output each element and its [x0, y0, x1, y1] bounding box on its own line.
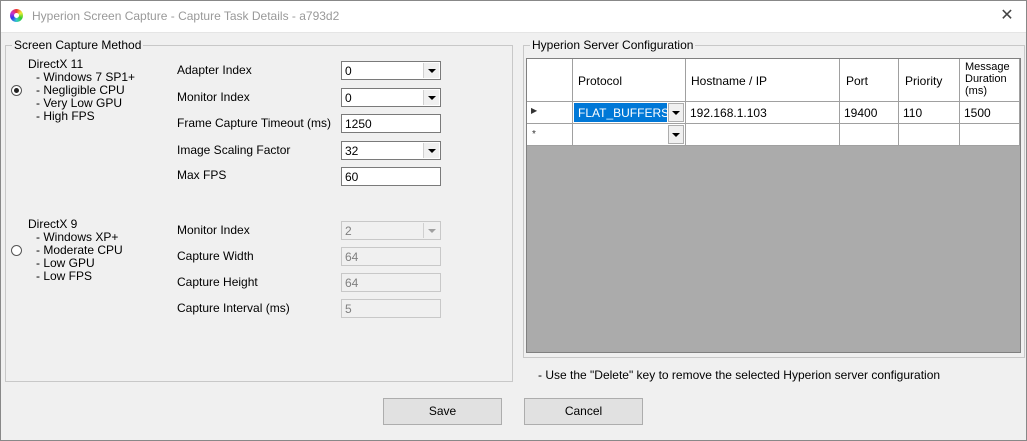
server-config-grid[interactable]: Protocol Hostname / IP Port Priority Mes… — [526, 58, 1021, 353]
scaling-factor-value: 32 — [345, 144, 359, 158]
dx9-monitor-index-label: Monitor Index — [177, 223, 250, 237]
new-row-protocol-dropdown[interactable] — [668, 125, 684, 144]
column-header-port[interactable]: Port — [840, 59, 899, 102]
dx9-description: DirectX 9 - Windows XP+ - Moderate CPU -… — [28, 218, 123, 283]
chevron-down-icon[interactable] — [423, 143, 439, 158]
scaling-factor-select[interactable]: 32 — [341, 141, 441, 160]
grid-corner-header — [527, 59, 573, 102]
capture-height-input: 64 — [341, 273, 441, 292]
column-header-label: Hostname / IP — [691, 74, 768, 88]
new-row-priority-cell[interactable] — [899, 124, 960, 146]
delete-hint-text: - Use the "Delete" key to remove the sel… — [538, 368, 941, 382]
adapter-index-select[interactable]: 0 — [341, 61, 441, 80]
duration-value: 1500 — [964, 106, 991, 120]
chevron-down-icon[interactable] — [423, 90, 439, 105]
column-header-label: Message Duration (ms) — [965, 61, 1010, 97]
capture-interval-label: Capture Interval (ms) — [177, 301, 290, 315]
app-icon — [10, 9, 23, 22]
dx11-description: DirectX 11 - Windows 7 SP1+ - Negligible… — [28, 58, 135, 123]
capture-interval-input: 5 — [341, 299, 441, 318]
dx11-feature: - High FPS — [36, 109, 95, 123]
column-header-hostname[interactable]: Hostname / IP — [686, 59, 840, 102]
dx9-feature: - Low FPS — [36, 269, 93, 283]
column-header-label: Port — [846, 74, 869, 88]
close-button[interactable]: ✕ — [987, 0, 1027, 32]
chevron-down-icon[interactable] — [423, 63, 439, 78]
window-title: Hyperion Screen Capture - Capture Task D… — [32, 9, 340, 23]
new-row-hostname-cell[interactable] — [686, 124, 840, 146]
adapter-index-label: Adapter Index — [177, 63, 252, 77]
current-row-arrow-icon: ▶ — [531, 106, 538, 115]
hostname-cell[interactable]: 192.168.1.103 — [686, 102, 840, 124]
capture-width-input: 64 — [341, 247, 441, 266]
save-button[interactable]: Save — [383, 398, 502, 425]
protocol-value: FLAT_BUFFERS — [578, 106, 670, 120]
dx9-monitor-index-select: 2 — [341, 221, 441, 240]
row-header[interactable]: ▶ — [527, 102, 573, 124]
protocol-selected-value-box[interactable]: FLAT_BUFFERS — [574, 103, 670, 122]
capture-width-label: Capture Width — [177, 249, 254, 263]
column-header-label: Protocol — [578, 74, 623, 88]
priority-cell[interactable]: 110 — [899, 102, 960, 124]
chevron-down-icon — [423, 223, 439, 238]
port-cell[interactable]: 19400 — [840, 102, 899, 124]
screen-capture-method-legend: Screen Capture Method — [14, 38, 142, 52]
frame-timeout-input[interactable]: 1250 — [341, 114, 441, 133]
dx11-radio[interactable] — [11, 85, 22, 96]
capture-height-label: Capture Height — [177, 275, 258, 289]
new-row-protocol-cell[interactable] — [573, 124, 686, 146]
chevron-down-icon — [672, 133, 680, 137]
server-config-legend: Hyperion Server Configuration — [532, 38, 694, 52]
adapter-index-value: 0 — [345, 64, 352, 78]
priority-value: 110 — [903, 106, 923, 120]
hostname-value: 192.168.1.103 — [690, 106, 767, 120]
scaling-factor-label: Image Scaling Factor — [177, 143, 291, 157]
title-bar: Hyperion Screen Capture - Capture Task D… — [0, 0, 1027, 33]
dx9-radio[interactable] — [11, 245, 22, 256]
new-row-header[interactable]: * — [527, 124, 573, 146]
column-header-duration[interactable]: Message Duration (ms) — [960, 59, 1020, 102]
chevron-down-icon — [672, 111, 680, 115]
duration-cell[interactable]: 1500 — [960, 102, 1020, 124]
column-header-priority[interactable]: Priority — [899, 59, 960, 102]
protocol-cell[interactable]: FLAT_BUFFERS — [573, 102, 686, 124]
max-fps-label: Max FPS — [177, 168, 227, 182]
protocol-dropdown-button[interactable] — [668, 103, 684, 122]
column-header-protocol[interactable]: Protocol — [573, 59, 686, 102]
monitor-index-select[interactable]: 0 — [341, 88, 441, 107]
column-header-label: Priority — [905, 74, 943, 88]
frame-timeout-label: Frame Capture Timeout (ms) — [177, 116, 332, 130]
new-row-port-cell[interactable] — [840, 124, 899, 146]
port-value: 19400 — [844, 106, 878, 120]
new-row-duration-cell[interactable] — [960, 124, 1020, 146]
monitor-index-label: Monitor Index — [177, 90, 250, 104]
max-fps-input[interactable]: 60 — [341, 167, 441, 186]
monitor-index-value: 0 — [345, 91, 352, 105]
dx9-monitor-index-value: 2 — [345, 224, 352, 238]
new-row-asterisk-icon: * — [532, 129, 536, 140]
cancel-button[interactable]: Cancel — [524, 398, 643, 425]
